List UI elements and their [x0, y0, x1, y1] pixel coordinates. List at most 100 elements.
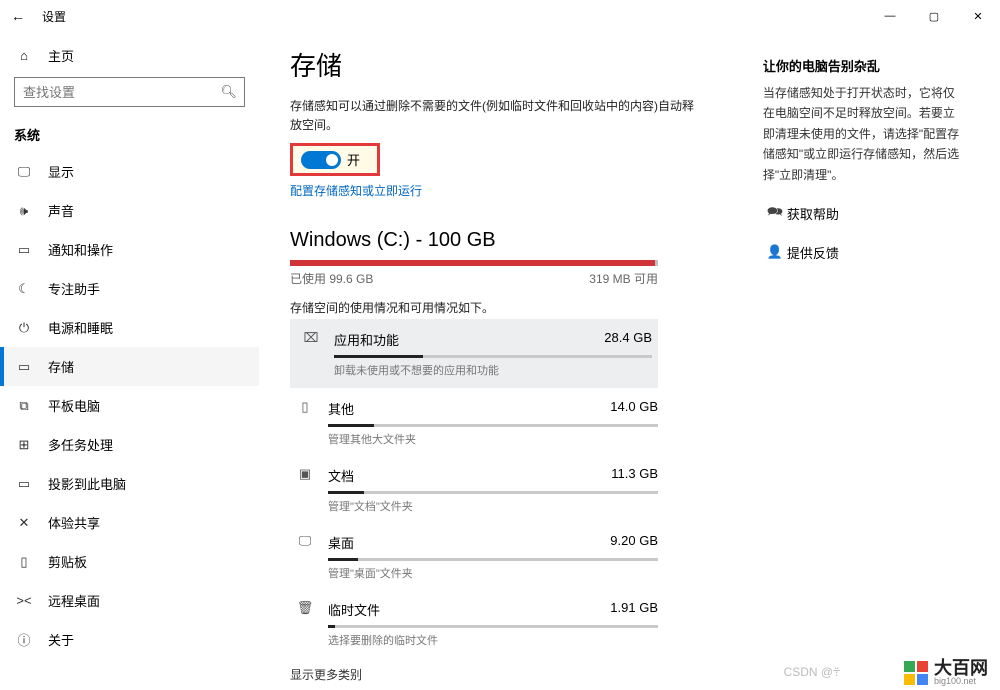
sidebar-item-icon: ><	[14, 593, 34, 608]
sidebar-item-10[interactable]: ▯ 剪贴板	[0, 542, 259, 581]
sidebar-item-label: 体验共享	[48, 513, 100, 532]
category-size: 11.3 GB	[611, 466, 658, 485]
home-icon: ⌂	[14, 48, 34, 63]
give-feedback-label: 提供反馈	[787, 243, 839, 262]
give-feedback-link[interactable]: 👤 提供反馈	[763, 243, 960, 262]
storage-category-0[interactable]: ⌧ 应用和功能 28.4 GB 卸载未使用或不想要的应用和功能	[290, 319, 658, 388]
sidebar-item-label: 剪贴板	[48, 552, 87, 571]
close-button[interactable]: ✕	[956, 0, 1000, 32]
sidebar-item-label: 平板电脑	[48, 396, 100, 415]
drive-usage-bar	[290, 260, 658, 266]
category-name: 临时文件	[328, 600, 380, 619]
storage-category-2[interactable]: ▣ 文档 11.3 GB 管理"文档"文件夹	[290, 455, 658, 522]
configure-storage-sense-link[interactable]: 配置存储感知或立即运行	[290, 182, 703, 199]
page-title: 存储	[290, 46, 703, 83]
category-name: 应用和功能	[334, 330, 399, 349]
maximize-button[interactable]: ▢	[912, 0, 956, 32]
sidebar-item-11[interactable]: >< 远程桌面	[0, 581, 259, 620]
sidebar-item-icon: ☾	[14, 281, 34, 297]
get-help-link[interactable]: 🗪 获取帮助	[763, 203, 960, 225]
sidebar-item-label: 远程桌面	[48, 591, 100, 610]
sidebar-item-6[interactable]: ⧉ 平板电脑	[0, 386, 259, 425]
sidebar-item-label: 存储	[48, 357, 74, 376]
sidebar-item-icon: ▭	[14, 476, 34, 492]
sidebar-item-icon: ✕	[14, 515, 34, 531]
search-icon[interactable]: 🔍︎	[220, 84, 237, 100]
sidebar-item-9[interactable]: ✕ 体验共享	[0, 503, 259, 542]
category-icon: ⌧	[296, 330, 326, 346]
category-bar	[328, 424, 658, 427]
category-icon: 🖵	[290, 533, 320, 549]
toggle-label: 开	[347, 150, 360, 169]
disk-breakdown-description: 存储空间的使用情况和可用情况如下。	[290, 299, 703, 318]
show-more-categories[interactable]: 显示更多类别	[290, 666, 703, 683]
category-sub: 选择要删除的临时文件	[328, 632, 658, 648]
sidebar-item-icon: ⓘ	[14, 630, 34, 649]
sidebar-item-icon: ▭	[14, 359, 34, 375]
get-help-label: 获取帮助	[787, 204, 839, 223]
storage-sense-toggle[interactable]: 开	[290, 143, 380, 176]
category-sub: 管理"桌面"文件夹	[328, 565, 658, 581]
sidebar-item-icon: ⧉	[14, 398, 34, 414]
sidebar-item-2[interactable]: ▭ 通知和操作	[0, 230, 259, 269]
category-icon: ▯	[290, 399, 320, 415]
sidebar-item-3[interactable]: ☾ 专注助手	[0, 269, 259, 308]
sidebar-item-icon: ⏻	[14, 320, 34, 336]
sidebar-item-7[interactable]: ⊞多任务处理	[0, 425, 259, 464]
category-sub: 管理其他大文件夹	[328, 431, 658, 447]
sidebar-item-icon: 🖵	[14, 164, 34, 180]
brand-logo-icon	[904, 661, 928, 685]
storage-category-3[interactable]: 🖵 桌面 9.20 GB 管理"桌面"文件夹	[290, 522, 658, 589]
storage-sense-description: 存储感知可以通过删除不需要的文件(例如临时文件和回收站中的内容)自动释放空间。	[290, 97, 703, 135]
search-input[interactable]	[14, 77, 245, 107]
sidebar-item-4[interactable]: ⏻ 电源和睡眠	[0, 308, 259, 347]
category-name: 文档	[328, 466, 354, 485]
help-icon: 🗪	[763, 203, 787, 225]
category-size: 28.4 GB	[604, 330, 652, 349]
sidebar-item-label: 显示	[48, 162, 74, 181]
category-bar	[334, 355, 652, 358]
sidebar-item-label: 关于	[48, 630, 74, 649]
sidebar-item-label: 声音	[48, 201, 74, 220]
category-name: 桌面	[328, 533, 354, 552]
brand-watermark: 大百网 big100.net	[904, 659, 988, 686]
category-sub: 管理"文档"文件夹	[328, 498, 658, 514]
sidebar-item-label: 专注助手	[48, 279, 100, 298]
drive-title: Windows (C:) - 100 GB	[290, 229, 703, 252]
sidebar-item-5[interactable]: ▭ 存储	[0, 347, 259, 386]
sidebar-item-label: 电源和睡眠	[48, 318, 113, 337]
aside-body: 当存储感知处于打开状态时，它将仅在电脑空间不足时释放空间。若要立即清理未使用的文…	[763, 83, 960, 185]
category-size: 9.20 GB	[610, 533, 658, 552]
minimize-button[interactable]: —	[868, 0, 912, 32]
sidebar-item-8[interactable]: ▭ 投影到此电脑	[0, 464, 259, 503]
sidebar-home-label: 主页	[48, 46, 74, 65]
category-size: 1.91 GB	[610, 600, 658, 619]
category-icon: 🗑	[290, 600, 320, 616]
sidebar-item-icon: ▯	[14, 554, 34, 570]
sidebar-item-0[interactable]: 🖵 显示	[0, 152, 259, 191]
sidebar-item-12[interactable]: ⓘ 关于	[0, 620, 259, 659]
sidebar-item-label: 通知和操作	[48, 240, 113, 259]
aside-title: 让你的电脑告别杂乱	[763, 56, 960, 75]
category-bar	[328, 491, 658, 494]
category-icon: ▣	[290, 466, 320, 482]
toggle-on-icon	[301, 151, 341, 169]
sidebar-item-icon: ⊞	[14, 437, 34, 453]
category-size: 14.0 GB	[610, 399, 658, 418]
sidebar-home[interactable]: ⌂ 主页	[0, 36, 259, 75]
category-name: 其他	[328, 399, 354, 418]
category-sub: 卸载未使用或不想要的应用和功能	[334, 362, 652, 378]
window-title: 设置	[42, 8, 66, 25]
drive-free-label: 319 MB 可用	[589, 270, 658, 287]
sidebar-item-icon: ▭	[14, 242, 34, 258]
sidebar-section-label: 系统	[0, 119, 259, 152]
storage-category-4[interactable]: 🗑 临时文件 1.91 GB 选择要删除的临时文件	[290, 589, 658, 656]
storage-category-1[interactable]: ▯ 其他 14.0 GB 管理其他大文件夹	[290, 388, 658, 455]
feedback-icon: 👤	[763, 244, 787, 260]
brand-domain: big100.net	[934, 677, 988, 686]
back-button[interactable]: ←	[6, 8, 30, 24]
sidebar-item-label: 投影到此电脑	[48, 474, 126, 493]
sidebar-item-1[interactable]: 🕪声音	[0, 191, 259, 230]
category-bar	[328, 625, 658, 628]
drive-used-label: 已使用 99.6 GB	[290, 270, 373, 287]
